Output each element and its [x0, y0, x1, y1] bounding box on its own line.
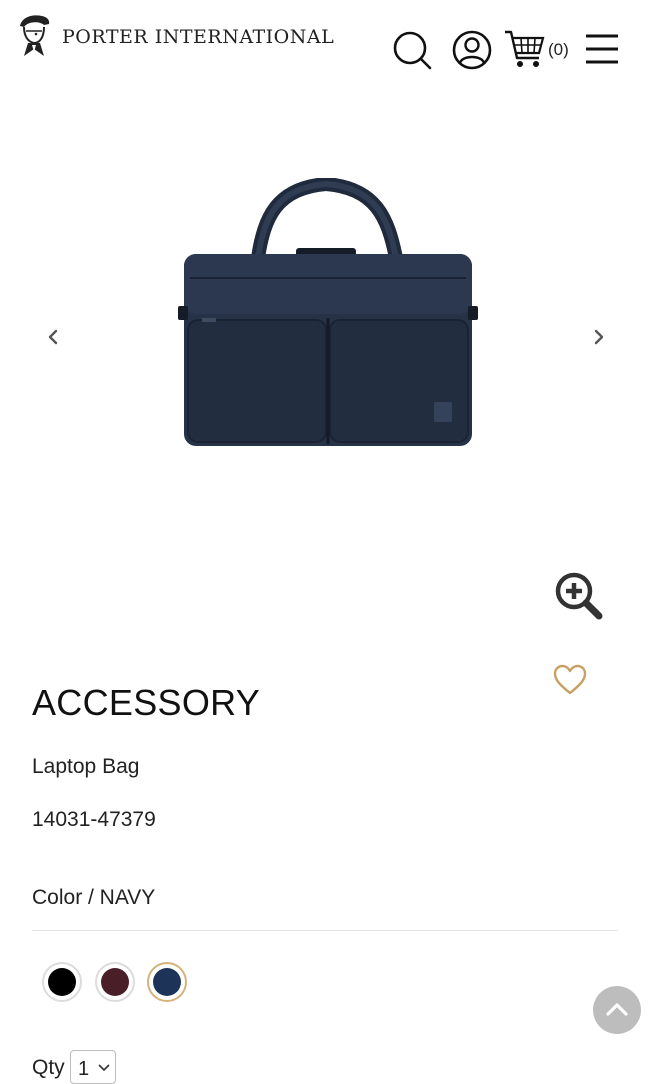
- chevron-right-icon: [594, 329, 604, 345]
- chevron-up-icon: [606, 1003, 628, 1016]
- search-button[interactable]: [390, 28, 434, 72]
- cart-count: (0): [548, 40, 569, 59]
- product-category: ACCESSORY: [32, 682, 261, 723]
- porter-logo-icon[interactable]: [14, 12, 54, 60]
- menu-button[interactable]: [582, 28, 622, 72]
- gallery-prev-button[interactable]: [38, 322, 68, 352]
- site-header: PORTER INTERNATIONAL (0): [0, 0, 648, 90]
- wishlist-button[interactable]: [552, 662, 588, 698]
- back-to-top-button[interactable]: [593, 986, 641, 1034]
- chevron-left-icon: [48, 329, 58, 345]
- color-swatch-navy[interactable]: [147, 962, 187, 1002]
- product-gallery: [0, 90, 648, 630]
- qty-value: 1: [78, 1058, 90, 1080]
- color-swatch-black[interactable]: [42, 962, 82, 1002]
- product-image[interactable]: [176, 178, 480, 450]
- account-button[interactable]: [450, 28, 494, 72]
- color-swatch-burgundy[interactable]: [95, 962, 135, 1002]
- product-code: 14031-47379: [32, 808, 156, 831]
- hamburger-icon: [586, 34, 618, 64]
- qty-label: Qty: [32, 1056, 65, 1079]
- heart-icon: [553, 664, 587, 695]
- cart-button[interactable]: (0): [503, 28, 577, 72]
- cart-icon: [505, 30, 545, 67]
- gallery-next-button[interactable]: [584, 322, 614, 352]
- product-name: Laptop Bag: [32, 755, 140, 778]
- chevron-down-icon: [98, 1064, 110, 1072]
- zoom-in-icon: [555, 572, 603, 620]
- zoom-button[interactable]: [553, 570, 605, 622]
- divider: [32, 930, 618, 931]
- search-icon: [393, 31, 432, 70]
- swatch-dot: [101, 968, 129, 996]
- qty-select[interactable]: 1: [70, 1050, 116, 1084]
- swatch-dot: [153, 968, 181, 996]
- user-circle-icon: [452, 30, 492, 70]
- swatch-dot: [48, 968, 76, 996]
- color-label: Color / NAVY: [32, 886, 156, 909]
- brand-name[interactable]: PORTER INTERNATIONAL: [62, 26, 334, 48]
